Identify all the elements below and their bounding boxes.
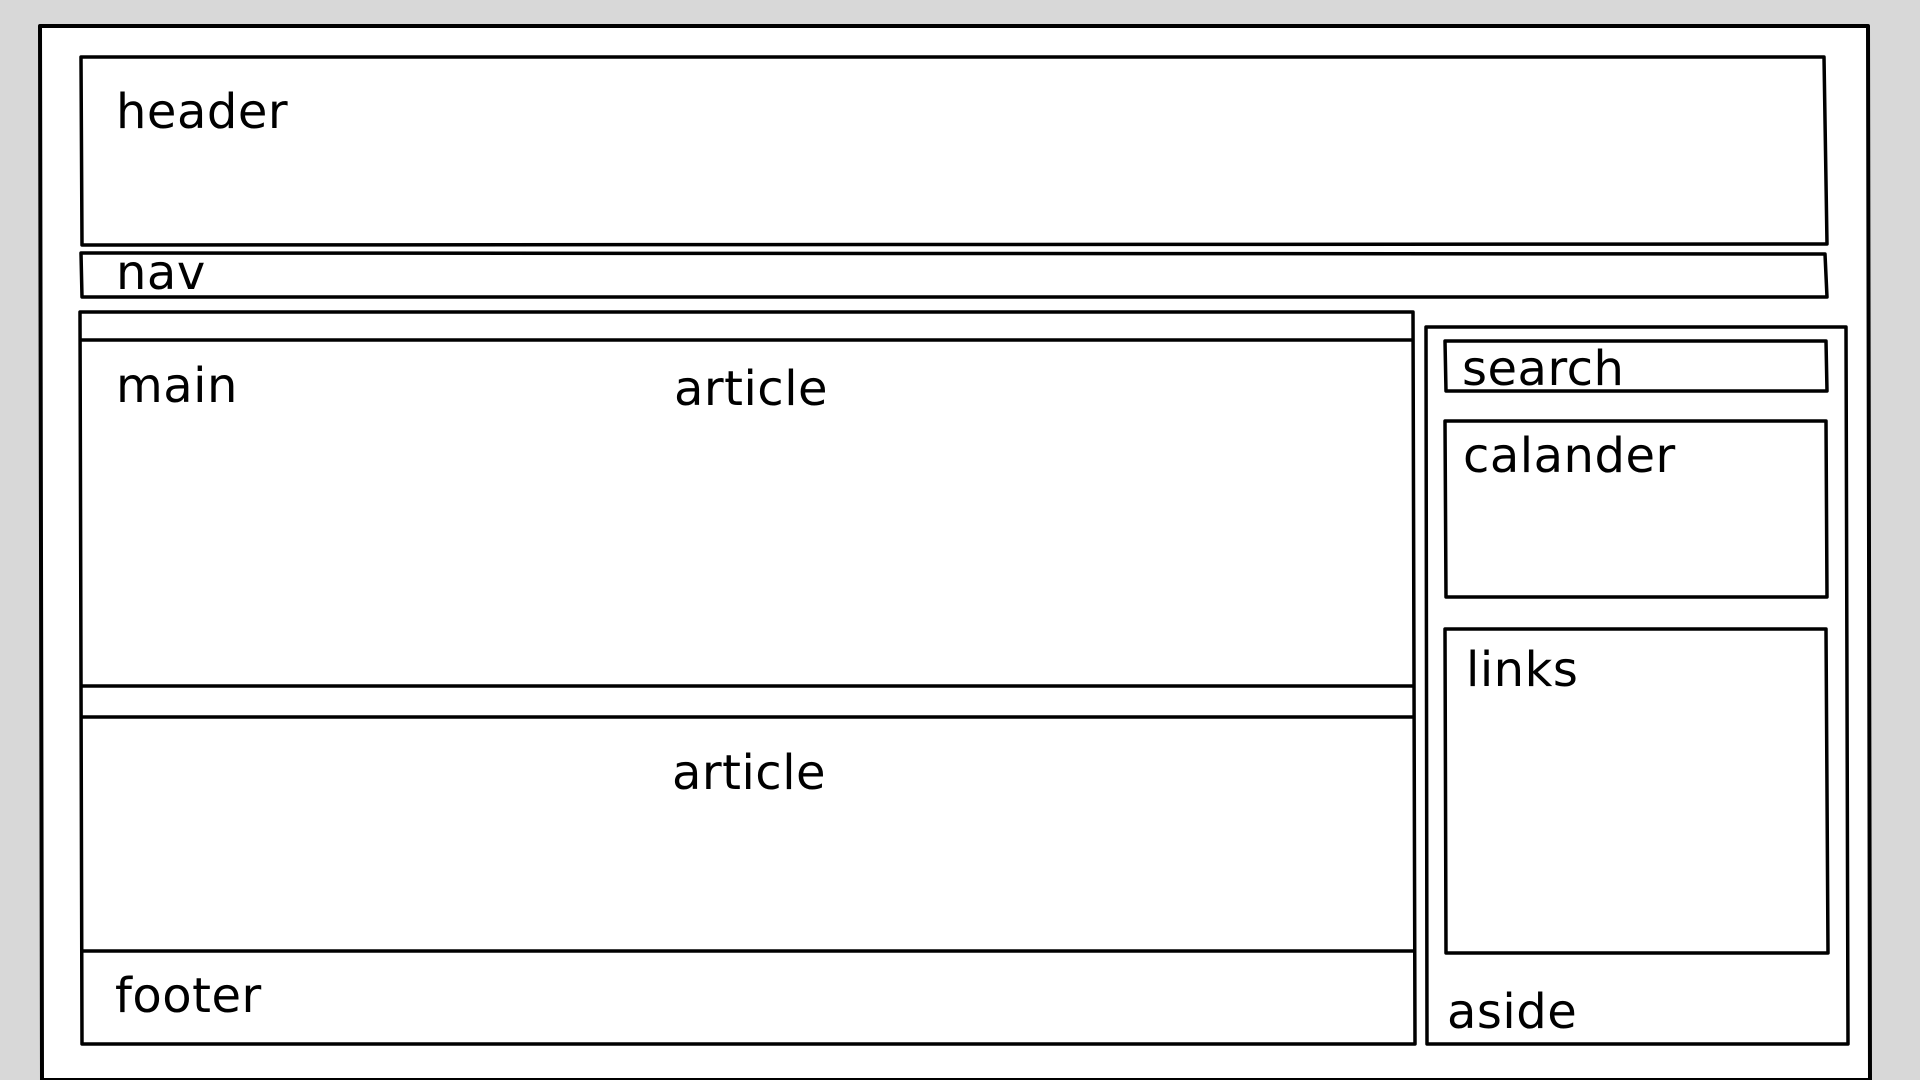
footer-label: footer: [115, 968, 262, 1024]
header-label: header: [116, 84, 289, 140]
search-label: search: [1462, 341, 1625, 397]
article-1-label: article: [674, 361, 829, 417]
article-2-label: article: [672, 745, 827, 801]
links-label: links: [1466, 642, 1579, 698]
nav-label: nav: [116, 245, 206, 301]
page-frame: [38, 24, 1872, 1080]
wireframe-diagram: [38, 24, 1872, 1080]
main-label: main: [116, 358, 238, 414]
aside-label: aside: [1447, 984, 1578, 1040]
calendar-label: calander: [1463, 428, 1676, 484]
